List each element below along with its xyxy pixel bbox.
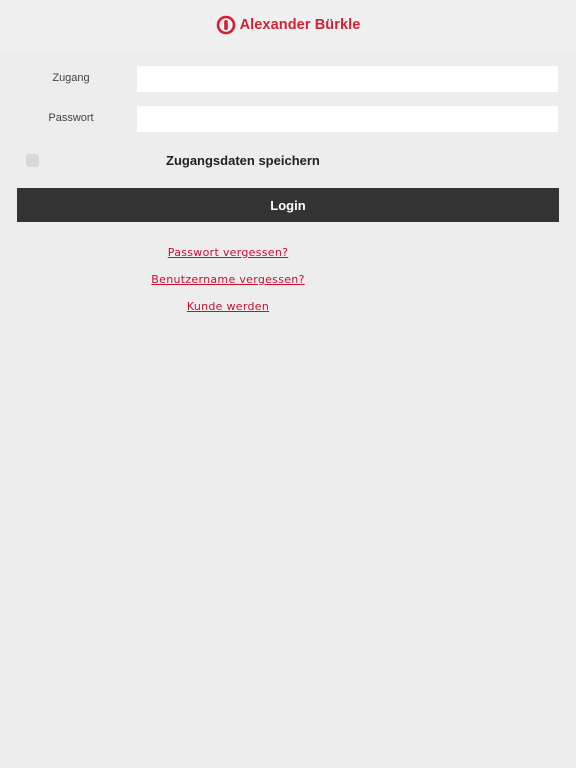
brand-name: Alexander Bürkle: [239, 17, 361, 33]
forgot-password-link[interactable]: Passwort vergessen?: [128, 246, 328, 259]
app-header: Alexander Bürkle: [0, 0, 576, 50]
brand-logo-icon: [216, 15, 235, 35]
password-label: Passwort: [48, 112, 94, 124]
become-customer-link[interactable]: Kunde werden: [128, 300, 328, 313]
password-input[interactable]: [137, 106, 558, 132]
remember-label[interactable]: Zugangsdaten speichern: [166, 153, 320, 168]
remember-checkbox[interactable]: [26, 154, 39, 167]
login-button[interactable]: Login: [17, 188, 559, 222]
username-input[interactable]: [137, 66, 558, 92]
brand-logo: Alexander Bürkle: [216, 15, 361, 35]
username-label: Zugang: [52, 72, 90, 84]
forgot-username-link[interactable]: Benutzername vergessen?: [128, 273, 328, 286]
